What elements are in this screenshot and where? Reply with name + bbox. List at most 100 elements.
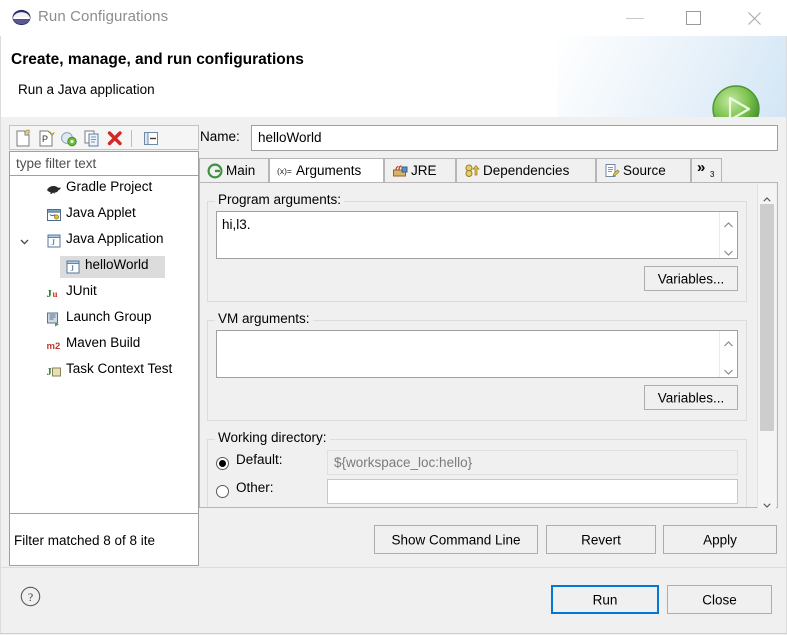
tab-jre[interactable]: JRE	[384, 158, 456, 183]
scroll-down-button[interactable]	[758, 490, 776, 508]
configurations-panel: P type filter text Gradle Project Java A…	[9, 125, 199, 566]
tab-overflow-count: 3	[710, 170, 715, 179]
working-directory-default-radio[interactable]	[216, 457, 229, 470]
tab-main[interactable]: Main	[199, 158, 269, 183]
tab-overflow-chevrons: »	[697, 159, 706, 176]
vm-arguments-group: VM arguments: Variables...	[207, 311, 747, 421]
tree-item-gradle-project[interactable]: Gradle Project	[10, 176, 198, 202]
svg-text:?: ?	[28, 590, 33, 604]
eclipse-icon	[12, 8, 31, 27]
tab-dependencies[interactable]: Dependencies	[456, 158, 596, 183]
dialog-body: P type filter text Gradle Project Java A…	[0, 117, 787, 567]
page-subtitle: Run a Java application	[18, 82, 155, 97]
editor-action-buttons: Show Command Line Revert Apply	[199, 525, 778, 555]
radio-dot	[219, 460, 226, 467]
working-directory-default-value: ${workspace_loc:hello}	[334, 455, 473, 470]
apply-button[interactable]: Apply	[663, 525, 777, 554]
close-icon	[746, 11, 762, 27]
working-directory-group: Working directory: Default: ${workspace_…	[207, 430, 747, 507]
filter-placeholder: type filter text	[16, 156, 97, 171]
minimize-icon	[626, 18, 644, 19]
svg-text:J: J	[47, 367, 52, 378]
program-arguments-value: hi,l3.	[222, 217, 251, 232]
tab-overflow-button[interactable]: » 3	[691, 158, 722, 183]
program-arguments-label: Program arguments:	[215, 192, 345, 207]
chevron-down-icon[interactable]	[19, 235, 30, 246]
filter-status-text: Filter matched 8 of 8 ite	[14, 533, 156, 548]
working-directory-other-label: Other:	[236, 480, 274, 495]
help-question-icon[interactable]: ?	[20, 586, 41, 607]
tab-label: Arguments	[296, 163, 362, 178]
name-input[interactable]: helloWorld	[251, 125, 778, 151]
working-directory-other-value-field[interactable]	[327, 479, 738, 504]
chevron-up-icon	[763, 190, 771, 202]
dependencies-icon	[464, 163, 480, 179]
maximize-button[interactable]	[673, 0, 719, 36]
chevron-up-icon[interactable]	[723, 336, 734, 347]
tab-label: Dependencies	[483, 163, 570, 178]
duplicate-icon[interactable]	[82, 129, 102, 148]
tree-item-helloworld[interactable]: J helloWorld	[10, 254, 198, 280]
working-directory-other-radio[interactable]	[216, 485, 229, 498]
new-file-icon[interactable]	[13, 129, 33, 148]
program-arguments-variables-button[interactable]: Variables...	[644, 266, 738, 291]
source-icon	[604, 163, 620, 179]
button-label: Variables...	[657, 390, 725, 405]
main-green-c-icon	[207, 163, 223, 179]
tab-label: Main	[226, 163, 256, 178]
run-configurations-dialog: Run Configurations Create, manage, and r…	[0, 0, 787, 635]
collapse-all-icon[interactable]	[141, 129, 161, 148]
java-application-icon: J	[46, 233, 62, 249]
export-icon[interactable]	[59, 129, 79, 148]
scrollbar-thumb[interactable]	[760, 204, 774, 431]
tab-content-scrollbar[interactable]	[757, 184, 776, 508]
chevron-up-icon[interactable]	[723, 217, 734, 228]
new-prototype-icon[interactable]: P	[36, 129, 56, 148]
chevron-down-icon[interactable]	[723, 364, 734, 375]
tree-item-label: JUnit	[66, 283, 97, 298]
program-arguments-scrollbar[interactable]	[719, 212, 737, 258]
run-button[interactable]: Run	[551, 585, 659, 614]
delete-red-x-icon[interactable]	[105, 129, 125, 148]
launch-group-icon	[46, 311, 62, 327]
svg-text:u: u	[53, 289, 58, 299]
tab-strip: Main (x)= Arguments JRE Dependencies Sou…	[199, 158, 778, 183]
window-border-left	[0, 36, 1, 634]
tree-item-java-applet[interactable]: Java Applet	[10, 202, 198, 228]
maximize-icon	[686, 11, 701, 25]
tree-item-label: Launch Group	[66, 309, 152, 324]
gradle-elephant-icon	[46, 181, 62, 197]
scroll-up-button[interactable]	[758, 184, 776, 202]
tree-item-launch-group[interactable]: Launch Group	[10, 306, 198, 332]
program-arguments-input[interactable]: hi,l3.	[216, 211, 738, 259]
configurations-tree[interactable]: Gradle Project Java Applet J Java Applic…	[9, 176, 199, 514]
run-green-play-icon	[710, 83, 762, 117]
button-label: Revert	[581, 532, 621, 547]
tree-item-junit[interactable]: J u JUnit	[10, 280, 198, 306]
show-command-line-button[interactable]: Show Command Line	[374, 525, 538, 554]
vm-arguments-input[interactable]	[216, 330, 738, 378]
maven-m2-icon: m2	[46, 337, 62, 353]
tree-item-label: Task Context Test	[66, 361, 173, 376]
button-label: Close	[702, 592, 737, 607]
vm-arguments-label: VM arguments:	[215, 311, 313, 326]
filter-input[interactable]: type filter text	[9, 151, 199, 176]
tab-source[interactable]: Source	[596, 158, 691, 183]
tree-item-maven-build[interactable]: m2 Maven Build	[10, 332, 198, 358]
vm-arguments-scrollbar[interactable]	[719, 331, 737, 377]
chevron-down-icon[interactable]	[723, 245, 734, 256]
tree-item-label: helloWorld	[85, 257, 149, 272]
minimize-button[interactable]	[613, 0, 659, 36]
name-label: Name:	[200, 129, 240, 144]
working-directory-default-label: Default:	[236, 452, 283, 467]
close-button[interactable]: Close	[667, 585, 772, 614]
revert-button[interactable]: Revert	[546, 525, 656, 554]
tree-item-task-context-test[interactable]: J Task Context Test	[10, 358, 198, 384]
vm-arguments-variables-button[interactable]: Variables...	[644, 385, 738, 410]
working-directory-default-value-field: ${workspace_loc:hello}	[327, 450, 738, 475]
tree-item-java-application[interactable]: J Java Application	[10, 228, 198, 254]
tab-arguments[interactable]: (x)= Arguments	[269, 158, 384, 183]
java-applet-icon	[46, 207, 62, 223]
svg-text:m2: m2	[47, 341, 61, 352]
close-window-button[interactable]	[732, 0, 778, 36]
